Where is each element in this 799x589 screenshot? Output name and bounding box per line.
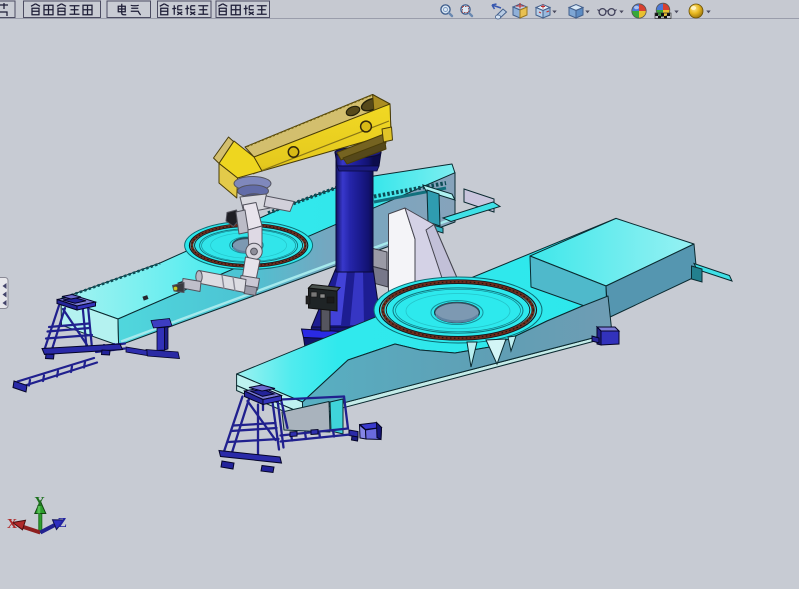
svg-text:X: X [7, 517, 17, 532]
svg-text:Z: Z [58, 516, 67, 531]
svg-text:Y: Y [35, 495, 45, 510]
